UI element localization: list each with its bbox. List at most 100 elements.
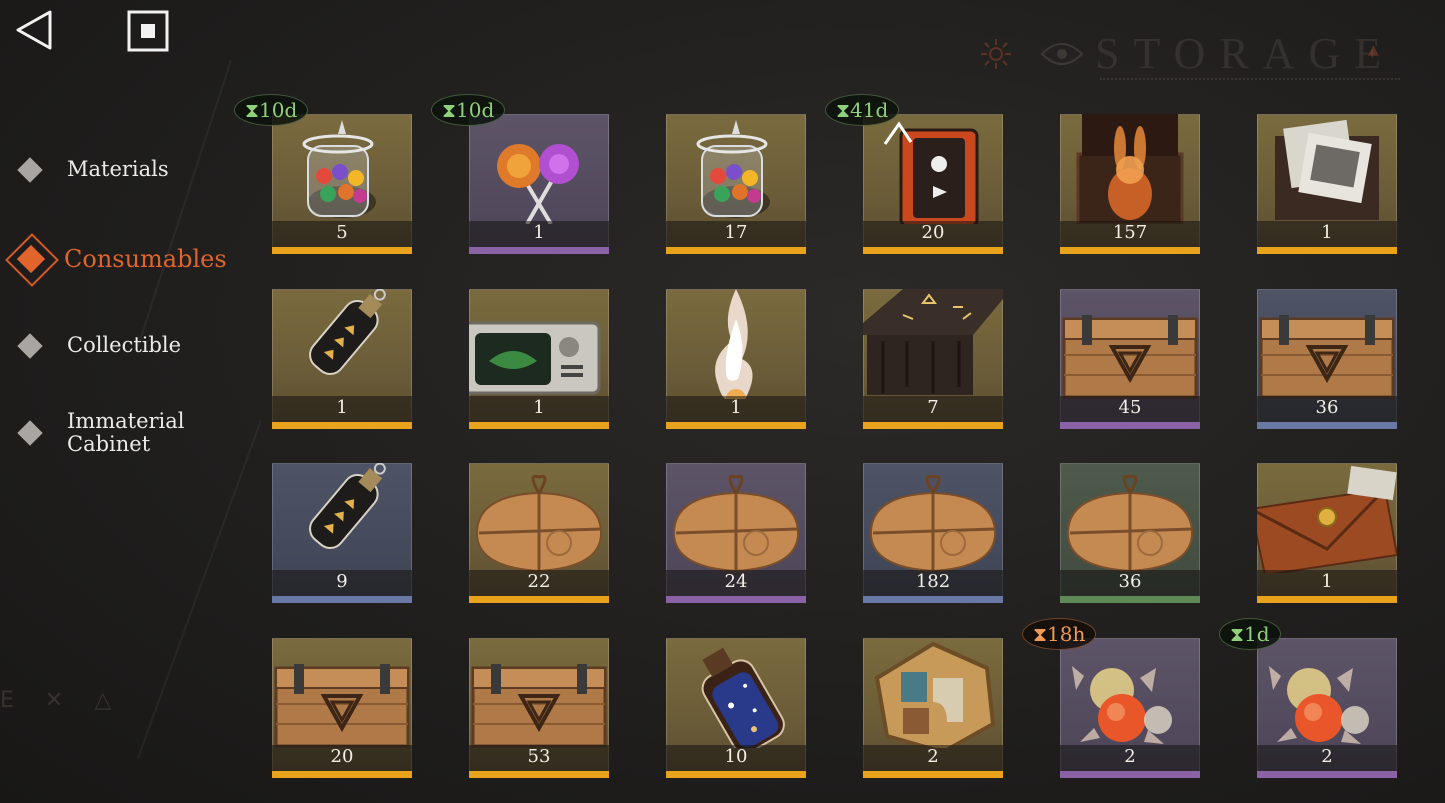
old-tv-icon <box>469 321 601 395</box>
item-quantity: 1 <box>533 222 545 243</box>
back-triangle-icon <box>16 10 52 50</box>
item-quantity: 157 <box>1112 222 1148 243</box>
item-slot-lollipops[interactable]: 1 <box>469 114 609 254</box>
item-quantity: 1 <box>730 397 742 418</box>
item-slot-wrapped-candies[interactable]: 2 <box>1257 638 1397 778</box>
watermark-underline <box>1100 78 1400 90</box>
paper-parcel-icon <box>475 474 603 573</box>
hourglass-icon: ⧗ <box>442 98 457 122</box>
expiry-timer-badge: ⧗41d <box>825 94 900 126</box>
item-quantity: 53 <box>527 746 551 767</box>
paper-parcel-icon <box>1066 474 1194 573</box>
item-quantity: 24 <box>724 571 748 592</box>
item-slot-old-tv[interactable]: 1 <box>469 289 609 429</box>
item-slot-spirit-flame[interactable]: 1 <box>666 289 806 429</box>
wooden-crate-icon <box>1062 315 1198 399</box>
rarity-bar <box>1257 247 1397 254</box>
expiry-timer-badge: ⧗10d <box>234 94 309 126</box>
item-quantity: 17 <box>724 222 748 243</box>
item-quantity: 2 <box>1321 746 1333 767</box>
rarity-bar <box>1060 596 1200 603</box>
item-slot-rune-table[interactable]: 7 <box>863 289 1003 429</box>
item-slot-paper-parcel[interactable]: 24 <box>666 463 806 603</box>
hourglass-icon: ⧗ <box>245 98 260 122</box>
item-slot-paper-parcel[interactable]: 36 <box>1060 463 1200 603</box>
item-quantity: 7 <box>927 397 939 418</box>
diamond-icon <box>17 420 43 446</box>
rarity-bar <box>272 596 412 603</box>
wooden-crate-icon <box>274 664 410 748</box>
rarity-bar <box>666 596 806 603</box>
hourglass-icon: ⧗ <box>836 98 851 122</box>
item-slot-paper-parcel[interactable]: 22 <box>469 463 609 603</box>
storage-watermark: STORAGE <box>1095 29 1396 78</box>
timer-value: 10d <box>259 98 298 122</box>
candy-jar-icon <box>696 120 770 218</box>
hourglass-icon: ⧗ <box>1033 622 1048 646</box>
item-slot-wooden-crate[interactable]: 53 <box>469 638 609 778</box>
rarity-bar <box>863 596 1003 603</box>
background-streak <box>136 420 262 759</box>
item-quantity: 45 <box>1118 397 1142 418</box>
selected-diamond-icon <box>2 230 60 288</box>
item-quantity: 20 <box>330 746 354 767</box>
wrapped-candies-icon <box>1072 666 1172 744</box>
item-quantity: 36 <box>1315 397 1339 418</box>
item-slot-cassette-player[interactable]: 20 <box>863 114 1003 254</box>
triangle-emblem-icon: ▲ <box>1368 42 1379 58</box>
rarity-bar <box>1060 247 1200 254</box>
rarity-bar <box>469 247 609 254</box>
bottle-message-icon <box>309 463 386 549</box>
rarity-bar <box>863 771 1003 778</box>
item-slot-bottle-message[interactable]: 9 <box>272 463 412 603</box>
bottle-message-icon <box>309 289 386 375</box>
item-slot-galaxy-bottle[interactable]: 10 <box>666 638 806 778</box>
category-label: Materials <box>67 157 169 181</box>
rabbit-box-icon <box>1076 114 1184 224</box>
rarity-bar <box>666 247 806 254</box>
sealed-envelope-icon <box>1257 465 1397 573</box>
paper-parcel-icon <box>672 474 800 573</box>
rarity-bar <box>863 422 1003 429</box>
rarity-bar <box>469 596 609 603</box>
item-slot-bottle-message[interactable]: 1 <box>272 289 412 429</box>
rarity-bar <box>1060 771 1200 778</box>
hourglass-icon: ⧗ <box>1230 622 1245 646</box>
item-slot-photo-box[interactable]: 1 <box>1257 114 1397 254</box>
diamond-icon <box>17 156 43 183</box>
category-consumables[interactable]: Consumables <box>0 230 250 288</box>
background-glyphs: E ✕ △ <box>0 688 124 713</box>
stop-square-icon <box>127 10 169 52</box>
category-label: Consumables <box>64 244 227 273</box>
candy-jar-icon <box>302 120 376 218</box>
item-slot-wooden-crate[interactable]: 20 <box>272 638 412 778</box>
rarity-bar <box>666 771 806 778</box>
sun-emblem-icon <box>981 39 1011 69</box>
item-slot-wooden-crate[interactable]: 36 <box>1257 289 1397 429</box>
wooden-crate-icon <box>471 664 607 748</box>
item-slot-sealed-envelope[interactable]: 1 <box>1257 463 1397 603</box>
category-collectible[interactable]: Collectible <box>0 332 250 359</box>
background-streak <box>137 60 232 346</box>
item-slot-paper-parcel[interactable]: 182 <box>863 463 1003 603</box>
item-slot-wrapped-candies[interactable]: 2 <box>1060 638 1200 778</box>
rune-table-icon <box>863 289 1003 395</box>
item-slot-candy-jar[interactable]: 5 <box>272 114 412 254</box>
item-quantity: 1 <box>1321 571 1333 592</box>
category-immaterial-cabinet[interactable]: Immaterial Cabinet <box>0 410 250 456</box>
item-slot-puzzle-tile[interactable]: 2 <box>863 638 1003 778</box>
category-materials[interactable]: Materials <box>0 156 250 183</box>
item-quantity: 36 <box>1118 571 1142 592</box>
item-slot-candy-jar[interactable]: 17 <box>666 114 806 254</box>
item-quantity: 182 <box>915 571 951 592</box>
expiry-timer-badge: ⧗18h <box>1022 618 1097 650</box>
item-slot-rabbit-box[interactable]: 157 <box>1060 114 1200 254</box>
item-slot-wooden-crate[interactable]: 45 <box>1060 289 1200 429</box>
stop-button[interactable] <box>126 9 170 53</box>
puzzle-tile-icon <box>874 641 996 748</box>
lollipops-icon <box>497 144 579 224</box>
back-button[interactable] <box>14 8 56 52</box>
expiry-timer-badge: ⧗10d <box>431 94 506 126</box>
rarity-bar <box>272 771 412 778</box>
item-quantity: 2 <box>1124 746 1136 767</box>
